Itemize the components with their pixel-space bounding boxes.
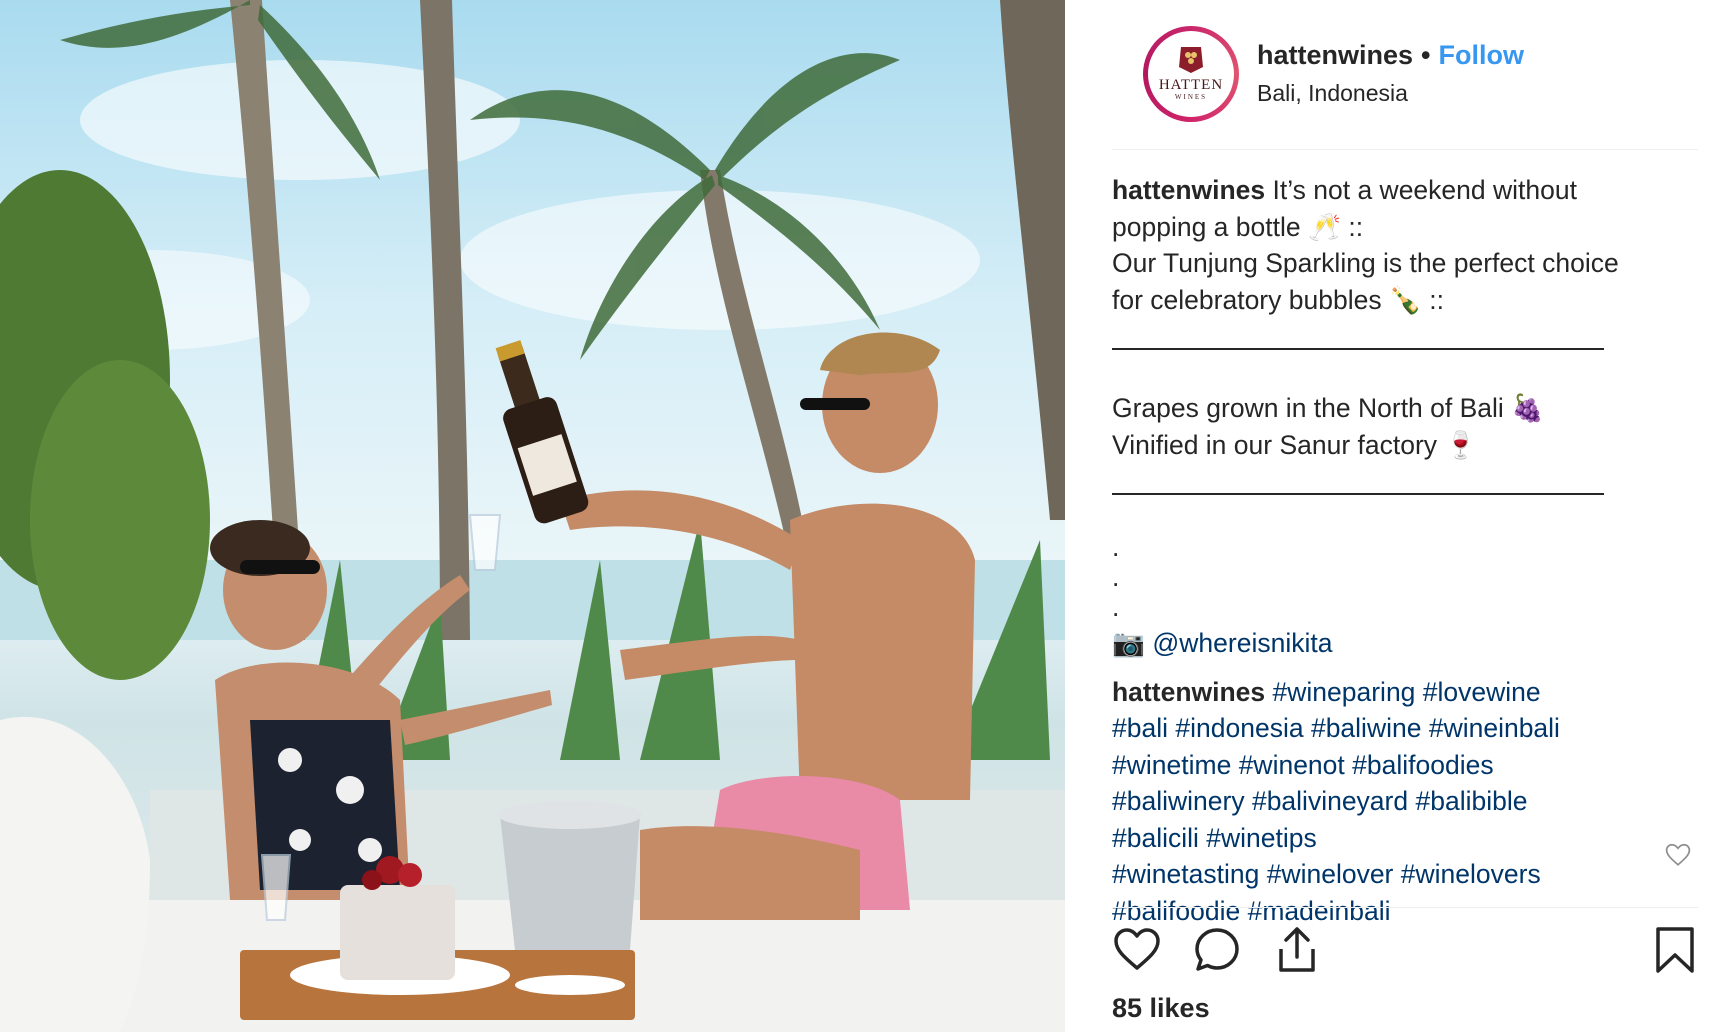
avatar-text: HATTEN [1158, 77, 1224, 93]
beach-celebration-image [0, 0, 1065, 1032]
header-username-row: hattenwines • Follow [1257, 40, 1524, 71]
separator-dot: • [1421, 40, 1431, 70]
hashtag[interactable]: #balivineyard [1252, 786, 1408, 816]
hashtag-line: #baliwinery #balivineyard #balibible [1112, 783, 1702, 820]
post-photo[interactable] [0, 0, 1065, 1032]
hashtag[interactable]: #balifoodie [1112, 896, 1240, 926]
avatar-subtext: WINES [1174, 93, 1208, 101]
hashtag[interactable]: #winetips [1206, 823, 1316, 853]
hashtag[interactable]: #indonesia [1175, 713, 1303, 743]
caption-text: It’s not a weekend without [1265, 175, 1577, 205]
caption-rule [1112, 318, 1702, 390]
grape-crest-icon [1179, 47, 1203, 73]
caption-dot: . [1112, 592, 1120, 622]
follow-button[interactable]: Follow [1438, 40, 1523, 70]
comment-like-heart-icon[interactable] [1665, 843, 1691, 867]
caption-line: for celebratory bubbles 🍾 :: [1112, 284, 1445, 315]
heart-icon[interactable] [1112, 925, 1162, 975]
hashtag[interactable]: #winenot [1239, 750, 1345, 780]
hashtag[interactable]: #winelover [1267, 859, 1394, 889]
hashtag[interactable]: #lovewine [1423, 677, 1541, 707]
hashtag[interactable]: #winelovers [1401, 859, 1541, 889]
caption-rule [1112, 463, 1702, 535]
bookmark-icon[interactable] [1650, 925, 1700, 975]
hashtag[interactable]: #balicili [1112, 823, 1199, 853]
hashtag[interactable]: #bali [1112, 713, 1168, 743]
header-username[interactable]: hattenwines [1257, 40, 1413, 70]
hashtag-line: #winetime #winenot #balifoodies [1112, 747, 1702, 784]
hashtag-line: hattenwines #wineparing #lovewine [1112, 674, 1702, 711]
caption-username[interactable]: hattenwines [1112, 175, 1265, 205]
hashtag[interactable]: #winetime [1112, 750, 1231, 780]
hashtag[interactable]: #balibible [1415, 786, 1527, 816]
hashtag[interactable]: #baliwine [1311, 713, 1422, 743]
caption-dot: . [1112, 562, 1120, 592]
share-icon[interactable] [1272, 925, 1322, 975]
hashtag-line: #balicili #winetips [1112, 820, 1702, 857]
actions-divider [1112, 907, 1698, 908]
header-divider [1112, 149, 1698, 150]
hashtag[interactable]: #madeinbali [1248, 896, 1391, 926]
hashtag[interactable]: #winetasting [1112, 859, 1259, 889]
post-header: HATTEN WINES hattenwines • Follow Bali, In… [1105, 26, 1698, 126]
avatar-logo: HATTEN WINES [1148, 31, 1234, 117]
hashtag-line: #bali #indonesia #baliwine #wineinbali [1112, 710, 1702, 747]
caption-line: Vinified in our Sanur factory 🍷 [1112, 429, 1478, 460]
caption-line: Grapes grown in the North of Bali 🍇 [1112, 393, 1545, 423]
camera-icon: 📷 [1112, 628, 1145, 658]
caption: hattenwines It’s not a weekend without p… [1112, 172, 1702, 929]
caption-line: popping a bottle 🥂 :: [1112, 211, 1364, 242]
comment-username[interactable]: hattenwines [1112, 677, 1265, 707]
caption-line: Our Tunjung Sparkling is the perfect cho… [1112, 248, 1619, 278]
post-side-panel: HATTEN WINES hattenwines • Follow Bali, In… [1065, 0, 1728, 1032]
hashtag-line: #balifoodie #madeinbali [1112, 893, 1702, 930]
hashtag[interactable]: #wineparing [1273, 677, 1416, 707]
caption-dot: . [1112, 532, 1120, 562]
location-link[interactable]: Bali, Indonesia [1257, 80, 1408, 107]
hashtag-line: #winetasting #winelover #winelovers [1112, 856, 1702, 893]
avatar[interactable]: HATTEN WINES [1143, 26, 1239, 122]
hashtag[interactable]: #baliwinery [1112, 786, 1245, 816]
caption-line: hattenwines It’s not a weekend without [1112, 172, 1702, 209]
mention-link[interactable]: @whereisnikita [1152, 628, 1332, 658]
hashtag[interactable]: #wineinbali [1429, 713, 1560, 743]
comment-bubble-icon[interactable] [1192, 925, 1242, 975]
likes-count[interactable]: 85 likes [1112, 993, 1210, 1024]
hashtag[interactable]: #balifoodies [1352, 750, 1493, 780]
action-bar [1112, 925, 1700, 979]
caption-line: 📷 @whereisnikita [1112, 625, 1702, 662]
